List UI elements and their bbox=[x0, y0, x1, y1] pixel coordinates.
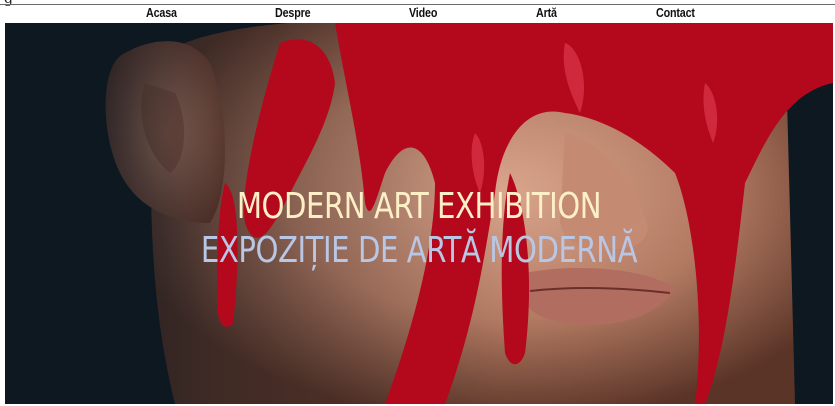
nav-link-despre[interactable]: Despre bbox=[275, 6, 311, 20]
nav-link-video[interactable]: Video bbox=[409, 6, 437, 20]
main-nav: Acasa Despre Video Artă Contact bbox=[0, 5, 835, 23]
hero-title-english: MODERN ART EXHIBITION bbox=[236, 186, 602, 227]
nav-link-contact[interactable]: Contact bbox=[656, 6, 695, 20]
nav-link-acasa[interactable]: Acasa bbox=[146, 6, 177, 20]
nav-link-arta[interactable]: Artă bbox=[536, 6, 557, 20]
hero-title-romanian: EXPOZIȚIE DE ARTĂ MODERNĂ bbox=[200, 230, 638, 271]
hero-banner: MODERN ART EXHIBITION EXPOZIȚIE DE ARTĂ … bbox=[5, 23, 833, 404]
